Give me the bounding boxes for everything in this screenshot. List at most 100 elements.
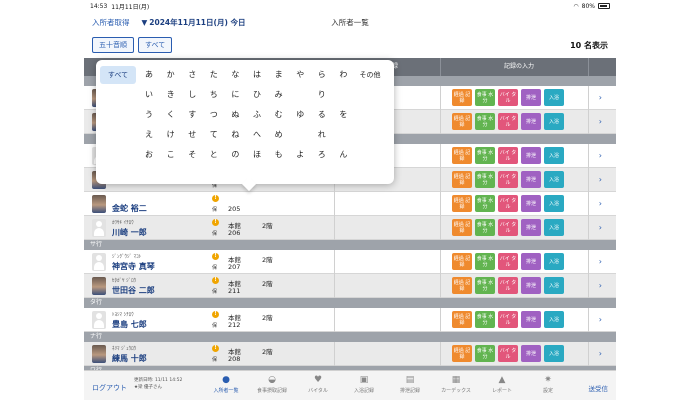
record-keika-button[interactable]: 経過 記録	[452, 195, 472, 212]
chevron-right-icon[interactable]: ›	[599, 223, 602, 232]
record-nyuyoku-button[interactable]: 入浴	[544, 311, 564, 328]
record-nyuyoku-button[interactable]: 入浴	[544, 345, 564, 362]
column-divider	[440, 274, 441, 298]
record-vital-button[interactable]: バイ タル	[498, 171, 518, 188]
record-haisetsu-button[interactable]: 排泄	[521, 113, 541, 130]
record-vital-button[interactable]: バイ タル	[498, 311, 518, 328]
record-keika-button[interactable]: 経過 記録	[452, 147, 472, 164]
table-row[interactable]: ﾄﾖｼﾏ ｼﾁﾛｳ 豊島 七郎! 保本館 212 2階 経過 記録 食事 水分 バイ タル 排泄…	[84, 308, 616, 332]
record-haisetsu-button[interactable]: 排泄	[521, 277, 541, 294]
record-keika-button[interactable]: 経過 記録	[452, 171, 472, 188]
record-nyuyoku-button[interactable]: 入浴	[544, 147, 564, 164]
record-shokuji-button[interactable]: 食事 水分	[475, 253, 495, 270]
chevron-right-icon[interactable]: ›	[599, 93, 602, 102]
record-vital-button[interactable]: バイ タル	[498, 253, 518, 270]
record-haisetsu-button[interactable]: 排泄	[521, 171, 541, 188]
record-keika-button[interactable]: 経過 記録	[452, 219, 472, 236]
logout-button[interactable]: ログアウト	[92, 383, 127, 393]
resident-name[interactable]: 練馬 十郎	[112, 353, 147, 364]
kana-filter-popover: すべてあかさたなはまやらわいきしちにひみりうくすつぬふむゆるをえけせてねへめれお…	[96, 60, 394, 192]
table-row[interactable]: ｶﾜｻｷ ｲﾁﾛｳ 川崎 一郎! 保本館 206 2階 経過 記録 食事 水分 バイ タル 排泄…	[84, 216, 616, 240]
record-nyuyoku-button[interactable]: 入浴	[544, 219, 564, 236]
record-keika-button[interactable]: 経過 記録	[452, 89, 472, 106]
record-keika-button[interactable]: 経過 記録	[452, 253, 472, 270]
record-haisetsu-button[interactable]: 排泄	[521, 89, 541, 106]
kana-filter-other[interactable]: その他	[352, 66, 388, 84]
record-shokuji-button[interactable]: 食事 水分	[475, 89, 495, 106]
record-nyuyoku-button[interactable]: 入浴	[544, 113, 564, 130]
sync-button[interactable]: 送受信	[589, 383, 609, 393]
record-shokuji-button[interactable]: 食事 水分	[475, 195, 495, 212]
chevron-right-icon[interactable]: ›	[599, 315, 602, 324]
kana-filter-item[interactable]: れ	[309, 126, 335, 144]
record-vital-button[interactable]: バイ タル	[498, 345, 518, 362]
chevron-right-icon[interactable]: ›	[599, 175, 602, 184]
record-nyuyoku-button[interactable]: 入浴	[544, 89, 564, 106]
tab-bar: ログアウト 更新日時: 11/11 14:52 ★梁 優子さん ● 入所者一覧 ◒ 食…	[84, 370, 616, 400]
record-nyuyoku-button[interactable]: 入浴	[544, 277, 564, 294]
table-row[interactable]: 金蛇 裕二! 保 205 経過 記録 食事 水分 バイ タル 排泄 入浴 ›	[84, 192, 616, 216]
resident-name[interactable]: 世田谷 二郎	[112, 285, 155, 296]
record-nyuyoku-button[interactable]: 入浴	[544, 171, 564, 188]
record-haisetsu-button[interactable]: 排泄	[521, 219, 541, 236]
record-vital-button[interactable]: バイ タル	[498, 219, 518, 236]
record-haisetsu-button[interactable]: 排泄	[521, 147, 541, 164]
resident-name[interactable]: 豊島 七郎	[112, 319, 147, 330]
record-shokuji-button[interactable]: 食事 水分	[475, 277, 495, 294]
kana-filter-item[interactable]: り	[309, 86, 335, 104]
record-keika-button[interactable]: 経過 記録	[452, 277, 472, 294]
record-nyuyoku-button[interactable]: 入浴	[544, 195, 564, 212]
chevron-right-icon[interactable]: ›	[599, 117, 602, 126]
chevron-right-icon[interactable]: ›	[599, 257, 602, 266]
record-haisetsu-button[interactable]: 排泄	[521, 253, 541, 270]
tab-toilet[interactable]: ▤ 排泄記録	[388, 375, 432, 394]
resident-name[interactable]: 川崎 一郎	[112, 227, 147, 238]
tab-residents[interactable]: ● 入所者一覧	[204, 375, 248, 394]
tab-report[interactable]: ▲ レポート	[480, 375, 524, 394]
record-vital-button[interactable]: バイ タル	[498, 89, 518, 106]
record-vital-button[interactable]: バイ タル	[498, 113, 518, 130]
record-shokuji-button[interactable]: 食事 水分	[475, 345, 495, 362]
kana-filter-item[interactable]: め	[266, 126, 292, 144]
table-row[interactable]: ﾈﾘﾏ ｼﾞｭｳﾛｳ 練馬 十郎! 保本館 208 2階 経過 記録 食事 水分 バイ タル排…	[84, 342, 616, 366]
chevron-right-icon[interactable]: ›	[599, 151, 602, 160]
record-buttons: 経過 記録 食事 水分 バイ タル 排泄 入浴	[452, 219, 564, 236]
table-row[interactable]: ｼﾞﾝｸﾞｳｼﾞ ﾏｺﾄ 神宮寺 真琴! 保本館 207 2階 経過 記録 食事 水分 バイ …	[84, 250, 616, 274]
fetch-residents-button[interactable]: 入所者取得	[92, 17, 130, 28]
record-keika-button[interactable]: 経過 記録	[452, 113, 472, 130]
chevron-right-icon[interactable]: ›	[599, 349, 602, 358]
record-haisetsu-button[interactable]: 排泄	[521, 311, 541, 328]
record-vital-button[interactable]: バイ タル	[498, 195, 518, 212]
kana-filter-item[interactable]: ん	[330, 146, 356, 164]
record-shokuji-button[interactable]: 食事 水分	[475, 219, 495, 236]
kana-filter-all[interactable]: すべて	[100, 66, 136, 84]
record-keika-button[interactable]: 経過 記録	[452, 345, 472, 362]
tab-meal[interactable]: ◒ 食事摂取記録	[250, 375, 294, 394]
chevron-right-icon[interactable]: ›	[599, 281, 602, 290]
record-shokuji-button[interactable]: 食事 水分	[475, 113, 495, 130]
record-vital-button[interactable]: バイ タル	[498, 147, 518, 164]
date-selector[interactable]: ▼ 2024年11月11日(月) 今日	[142, 17, 246, 28]
record-haisetsu-button[interactable]: 排泄	[521, 195, 541, 212]
tab-bath[interactable]: ▣ 入浴記録	[342, 375, 386, 394]
record-haisetsu-button[interactable]: 排泄	[521, 345, 541, 362]
tab-kardex[interactable]: ▦ カーデックス	[434, 375, 478, 394]
chevron-right-icon[interactable]: ›	[599, 199, 602, 208]
filter-all-button[interactable]: すべて	[138, 37, 173, 53]
record-vital-button[interactable]: バイ タル	[498, 277, 518, 294]
tab-gear[interactable]: ✷ 設定	[526, 375, 570, 394]
record-shokuji-button[interactable]: 食事 水分	[475, 147, 495, 164]
record-shokuji-button[interactable]: 食事 水分	[475, 171, 495, 188]
record-shokuji-button[interactable]: 食事 水分	[475, 311, 495, 328]
kana-filter-item[interactable]: み	[266, 86, 292, 104]
sort-kana-button[interactable]: 五十音順	[92, 37, 134, 53]
record-keika-button[interactable]: 経過 記録	[452, 311, 472, 328]
table-row[interactable]: ｾﾀｶﾞﾔ ｼﾞﾛｳ 世田谷 二郎! 保本館 211 2階 経過 記録 食事 水分 バイ タル…	[84, 274, 616, 298]
column-divider	[440, 168, 441, 192]
record-nyuyoku-button[interactable]: 入浴	[544, 253, 564, 270]
kana-filter-item[interactable]: を	[330, 106, 356, 124]
resident-name[interactable]: 神宮寺 真琴	[112, 261, 155, 272]
avatar	[92, 195, 106, 213]
tab-heart[interactable]: ♥ バイタル	[296, 375, 340, 394]
resident-name[interactable]: 金蛇 裕二	[112, 203, 147, 214]
